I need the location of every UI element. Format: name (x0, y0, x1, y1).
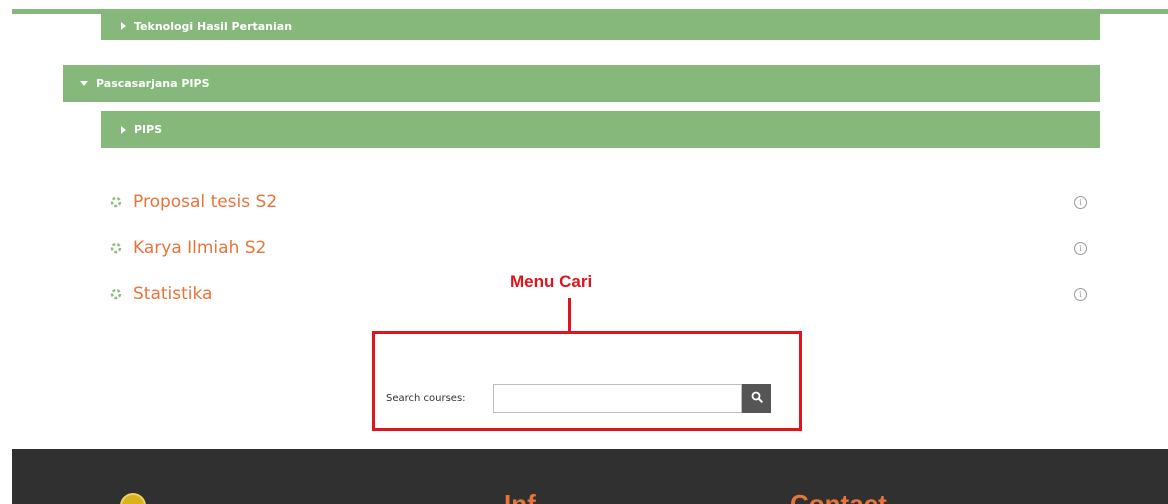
footer-info-heading: Inf (504, 489, 536, 504)
category-label: Pascasarjana PIPS (96, 77, 210, 90)
category-teknologi-hasil-pertanian[interactable]: Teknologi Hasil Pertanian (101, 12, 1100, 40)
search-label: Search courses: (386, 393, 466, 404)
info-icon[interactable]: i (1074, 196, 1087, 209)
annotation-label: Menu Cari (510, 272, 593, 291)
caret-right-icon (121, 125, 126, 134)
caret-down-icon (80, 81, 88, 86)
footer-contact-heading: Contact (790, 489, 887, 504)
search-icon (751, 391, 763, 406)
category-pascasarjana-pips[interactable]: Pascasarjana PIPS (63, 65, 1100, 102)
course-name: Karya Ilmiah S2 (133, 238, 267, 258)
info-icon[interactable]: i (1074, 242, 1087, 255)
course-name: Proposal tesis S2 (133, 192, 278, 212)
category-label: PIPS (134, 123, 163, 136)
course-link-karya-ilmiah[interactable]: Karya Ilmiah S2 (110, 237, 266, 259)
course-icon (110, 288, 122, 300)
category-pips[interactable]: PIPS (101, 111, 1100, 148)
course-link-statistika[interactable]: Statistika (110, 283, 212, 305)
university-logo (120, 493, 146, 504)
course-name: Statistika (133, 284, 213, 304)
footer: Inf Contact (12, 449, 1168, 504)
annotation-highlight-box (372, 331, 802, 431)
info-icon[interactable]: i (1074, 288, 1087, 301)
course-icon (110, 196, 122, 208)
annotation-pointer-line (568, 298, 571, 332)
search-button[interactable] (742, 384, 771, 413)
course-link-proposal-tesis[interactable]: Proposal tesis S2 (110, 191, 277, 213)
course-icon (110, 242, 122, 254)
caret-right-icon (121, 22, 126, 30)
category-label: Teknologi Hasil Pertanian (134, 19, 293, 33)
search-courses-input[interactable] (493, 384, 742, 413)
